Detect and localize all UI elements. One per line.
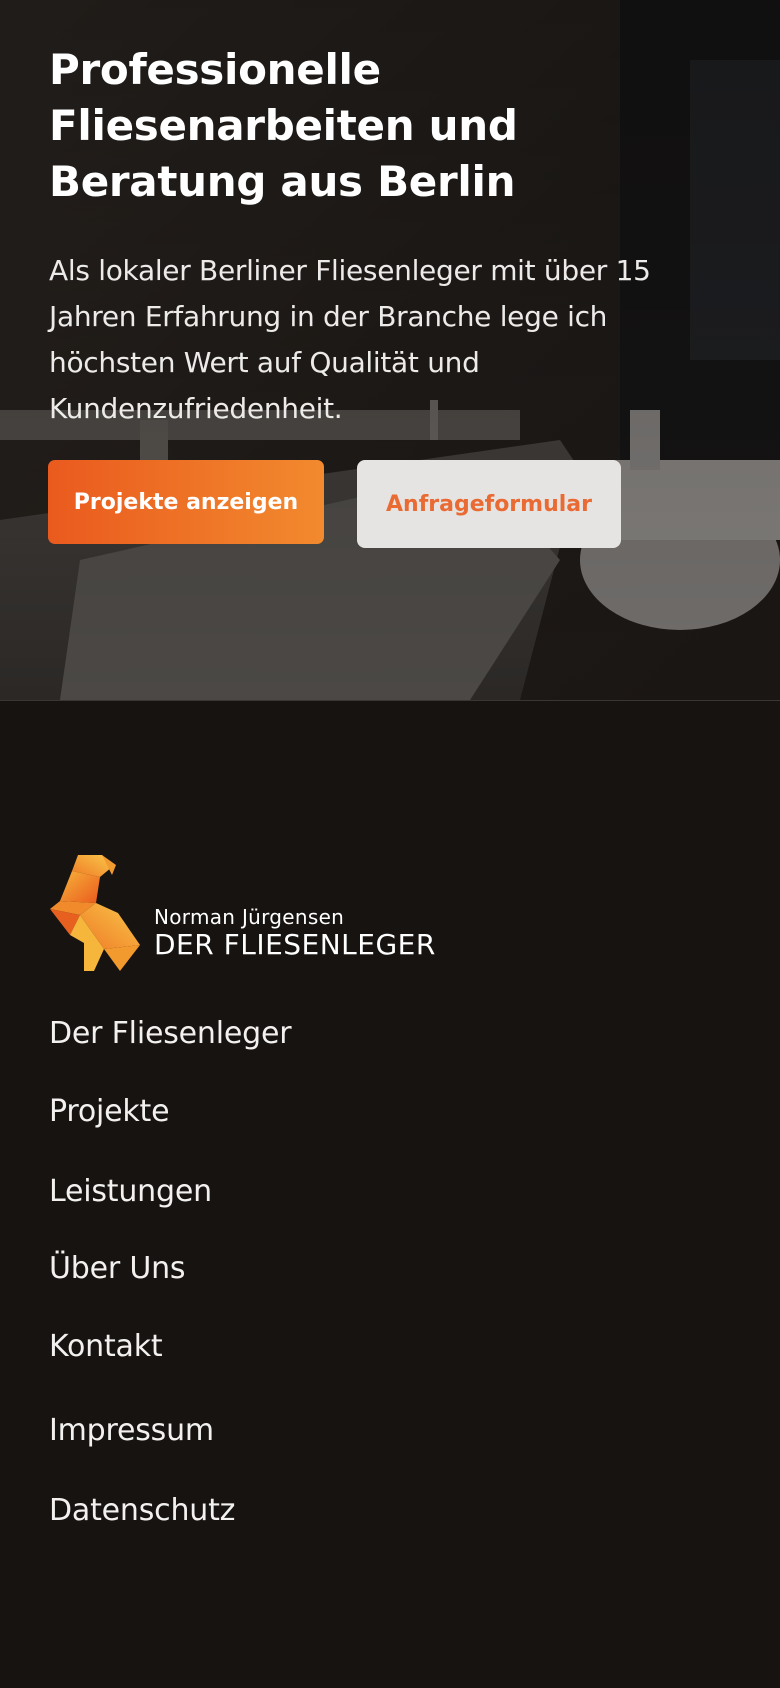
hero-description: Als lokaler Berliner Fliesenleger mit üb…: [49, 254, 651, 425]
hero-content: Professionelle Fliesenarbeiten und Berat…: [49, 42, 739, 432]
footer-link-datenschutz[interactable]: Datenschutz: [49, 1491, 235, 1531]
footer-link-impressum[interactable]: Impressum: [49, 1411, 214, 1451]
footer-link-leistungen[interactable]: Leistungen: [49, 1172, 212, 1212]
footer-link-der-fliesenleger[interactable]: Der Fliesenleger: [49, 1014, 292, 1054]
view-projects-button[interactable]: Projekte anzeigen: [48, 460, 324, 544]
hero-section: Professionelle Fliesenarbeiten und Berat…: [0, 0, 780, 701]
logo-subtitle: DER FLIESENLEGER: [154, 928, 436, 961]
inquiry-form-button[interactable]: Anfrageformular: [357, 460, 621, 548]
footer: Norman Jürgensen DER FLIESENLEGER Der Fl…: [0, 701, 780, 1688]
hero-button-row: Projekte anzeigen Anfrageformular: [48, 460, 621, 548]
footer-link-ueber-uns[interactable]: Über Uns: [49, 1249, 186, 1289]
logo-text: Norman Jürgensen DER FLIESENLEGER: [154, 905, 436, 961]
logo-name: Norman Jürgensen: [154, 905, 345, 929]
origami-bird-logo-icon: [50, 855, 140, 971]
footer-logo[interactable]: Norman Jürgensen DER FLIESENLEGER: [50, 853, 436, 971]
footer-link-projekte[interactable]: Projekte: [49, 1092, 170, 1132]
footer-link-kontakt[interactable]: Kontakt: [49, 1327, 163, 1367]
hero-title: Professionelle Fliesenarbeiten und Berat…: [49, 45, 518, 206]
